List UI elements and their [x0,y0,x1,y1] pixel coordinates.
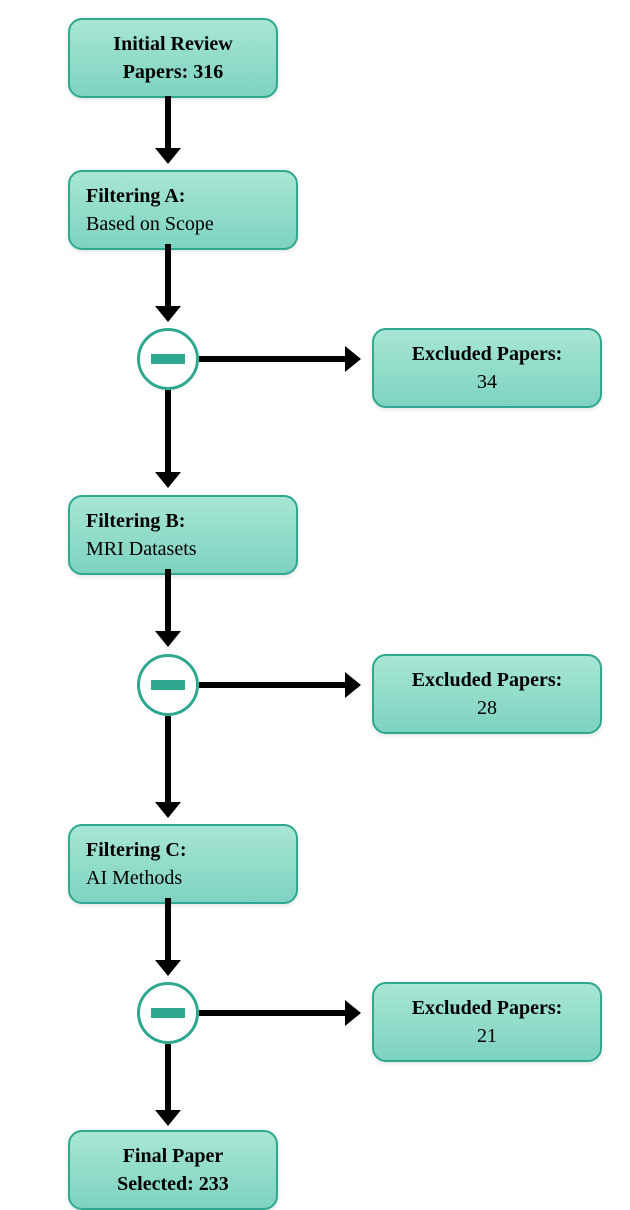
minus-icon [151,354,185,364]
exclude-a-count: 34 [390,368,584,396]
arrow-down-3 [165,390,171,476]
arrow-right-a [199,356,349,362]
box-final: Final Paper Selected: 233 [68,1130,278,1210]
minus-icon [151,1008,185,1018]
arrow-down-6 [165,898,171,964]
exclude-c-count: 21 [390,1022,584,1050]
exclude-b-title: Excluded Papers: [390,666,584,694]
arrow-right-c [199,1010,349,1016]
arrow-down-5 [165,716,171,806]
filter-a-title: Filtering A: [86,182,280,210]
box-excluded-c: Excluded Papers: 21 [372,982,602,1062]
exclude-c-title: Excluded Papers: [390,994,584,1022]
minus-circle-a [137,328,199,390]
box-initial-review: Initial Review Papers: 316 [68,18,278,98]
filter-b-title: Filtering B: [86,507,280,535]
arrow-right-b [199,682,349,688]
minus-icon [151,680,185,690]
filter-c-desc: AI Methods [86,864,280,892]
exclude-a-title: Excluded Papers: [390,340,584,368]
final-desc: Selected: 233 [86,1170,260,1198]
arrow-down-7 [165,1044,171,1114]
box-filter-c: Filtering C: AI Methods [68,824,298,904]
arrow-down-2 [165,244,171,310]
minus-circle-b [137,654,199,716]
filter-c-title: Filtering C: [86,836,280,864]
box-excluded-a: Excluded Papers: 34 [372,328,602,408]
minus-circle-c [137,982,199,1044]
final-title: Final Paper [86,1142,260,1170]
exclude-b-count: 28 [390,694,584,722]
initial-papers: Papers: 316 [86,58,260,86]
box-excluded-b: Excluded Papers: 28 [372,654,602,734]
arrow-down-1 [165,96,171,152]
filter-b-desc: MRI Datasets [86,535,280,563]
filter-a-desc: Based on Scope [86,210,280,238]
box-filter-a: Filtering A: Based on Scope [68,170,298,250]
arrow-down-4 [165,569,171,635]
box-filter-b: Filtering B: MRI Datasets [68,495,298,575]
initial-title: Initial Review [86,30,260,58]
